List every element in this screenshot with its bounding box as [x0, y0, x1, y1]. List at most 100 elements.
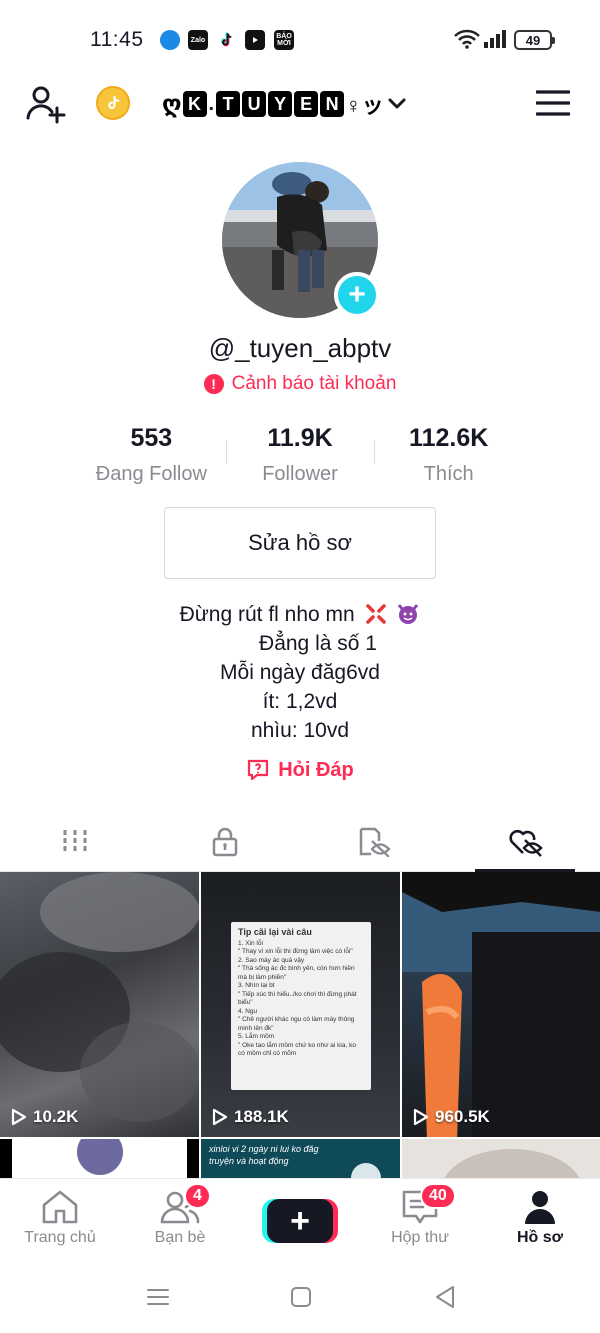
warning-icon: !: [203, 374, 224, 394]
bio-line: Đẳng là số 1: [259, 632, 377, 655]
profile-header: ღ K . T U Y E N ♀ッ: [0, 78, 600, 132]
friends-badge: 4: [184, 1183, 211, 1209]
stat-label: Đang Follow: [95, 463, 207, 485]
tiktok-coin-icon: [108, 95, 120, 109]
edit-profile-button[interactable]: Sửa hồ sơ: [164, 507, 436, 579]
private-tab[interactable]: [150, 812, 300, 871]
bio-line: nhìu: 10vd: [250, 719, 350, 742]
devil-emoji-icon: [398, 604, 419, 624]
grid-icon: [63, 829, 87, 854]
add-friend-button[interactable]: [24, 82, 68, 131]
view-count: 188.1K: [211, 1107, 289, 1127]
username-letter: U: [242, 91, 267, 117]
system-navigation-bar: [0, 1260, 600, 1333]
home-button-icon[interactable]: [290, 1286, 312, 1308]
liked-tab[interactable]: [450, 812, 600, 872]
hamburger-menu-icon: [535, 90, 571, 116]
recent-apps-icon[interactable]: [147, 1288, 169, 1306]
profile-tabs: [0, 812, 600, 872]
username-letter: K: [182, 91, 207, 117]
video-thumbnail[interactable]: [402, 1139, 600, 1178]
qa-label: Hỏi Đáp: [278, 758, 354, 781]
nav-label: Trang chủ: [24, 1229, 96, 1246]
wifi-icon: [454, 29, 480, 54]
videos-tab[interactable]: [0, 812, 150, 871]
stat-value: 553: [130, 424, 173, 452]
likes-stat[interactable]: 112.6K Thích: [374, 420, 523, 490]
bio-line: ít: 1,2vd: [262, 690, 338, 713]
inbox-badge: 40: [420, 1183, 456, 1209]
play-icon: [413, 1108, 429, 1126]
nav-profile[interactable]: Hồ sơ: [480, 1179, 600, 1260]
bio-line: Mỗi ngày đăg6vd: [220, 661, 380, 684]
following-stat[interactable]: 553 Đang Follow: [77, 420, 226, 490]
tiktok-app-icon: [216, 30, 236, 50]
nav-home[interactable]: Trang chủ: [0, 1179, 120, 1260]
hidden-icon: [359, 827, 391, 857]
anger-emoji-icon: [365, 604, 386, 624]
followers-stat[interactable]: 11.9K Follower: [225, 420, 375, 490]
messenger-app-icon: [160, 30, 180, 50]
username-letter: T: [216, 91, 241, 117]
account-warning-label: Cảnh báo tài khoản: [231, 373, 397, 394]
add-user-icon: [26, 86, 66, 124]
stat-value: 11.9K: [267, 424, 333, 452]
signal-icon: [484, 30, 508, 53]
username-letter: N: [320, 91, 345, 117]
video-thumbnail[interactable]: 10.2K: [0, 872, 199, 1137]
profile-stats: 553 Đang Follow 11.9K Follower 112.6K Th…: [77, 420, 523, 490]
play-icon: [212, 1108, 228, 1126]
video-thumbnail[interactable]: Tip cãi lại vài câu 1. Xin lỗi " Thay vì…: [201, 872, 400, 1137]
play-icon: [11, 1108, 27, 1126]
hidden-tab[interactable]: [300, 812, 450, 871]
nav-inbox[interactable]: Hộp thư 40: [360, 1179, 480, 1260]
username-letter: E: [294, 91, 319, 117]
back-icon[interactable]: [434, 1285, 456, 1309]
zalo-app-icon: Zalo: [188, 30, 208, 50]
bio-line: Đừng rút fl nho mn: [0, 600, 600, 629]
stat-label: Thích: [423, 463, 474, 485]
qa-link[interactable]: Hỏi Đáp: [0, 758, 600, 782]
status-time: 11:45: [90, 28, 144, 51]
view-count: 10.2K: [10, 1107, 78, 1127]
view-count: 960.5K: [412, 1107, 490, 1127]
profile-icon: [525, 1191, 555, 1224]
chevron-down-icon: [388, 98, 406, 109]
profile-bio: Đừng rút fl nho mn Đẳng là số 1 Mỗi ngày…: [0, 600, 600, 745]
add-avatar-button[interactable]: +: [334, 272, 380, 318]
account-warning-link[interactable]: ! Cảnh báo tài khoản: [0, 373, 600, 395]
stat-value: 112.6K: [409, 424, 489, 452]
bottom-navigation: Trang chủ Bạn bè 4 + Hộp thư 40 Hồ sơ: [0, 1178, 600, 1260]
username-prefix: ღ: [162, 90, 182, 118]
nav-label: Hồ sơ: [516, 1229, 564, 1246]
baomoi-app-icon: BÁO MỚI: [274, 30, 294, 50]
nav-create[interactable]: +: [240, 1179, 360, 1260]
battery-indicator: 49: [514, 30, 555, 50]
plus-icon: +: [290, 1202, 310, 1240]
create-button[interactable]: +: [267, 1199, 333, 1243]
username-suffix: ♀ッ: [345, 93, 384, 118]
nav-label: Hộp thư: [391, 1229, 449, 1246]
nav-label: Bạn bè: [154, 1229, 206, 1246]
home-icon: [42, 1190, 78, 1224]
liked-hidden-icon: [509, 829, 543, 857]
note-title: Tip cãi lại vài câu: [238, 927, 312, 937]
qa-icon: [248, 759, 269, 781]
stat-label: Follower: [262, 463, 338, 485]
account-switcher[interactable]: ღ K . T U Y E N ♀ッ: [162, 88, 406, 120]
status-bar: 11:45 Zalo BÁO MỚI 49: [0, 0, 600, 80]
video-thumbnail[interactable]: 960.5K: [402, 872, 600, 1137]
profile-handle: @_tuyen_abptv: [208, 333, 392, 363]
lock-icon: [212, 827, 238, 856]
video-grid: 10.2K Tip cãi lại vài câu 1. Xin lỗi " T…: [0, 872, 600, 1178]
video-caption: xinloi vi 2 ngày ni lui ko đăg truyện và…: [209, 1144, 319, 1166]
username-letter: Y: [268, 91, 293, 117]
video-thumbnail[interactable]: [0, 1139, 199, 1178]
video-text-card: Tip cãi lại vài câu 1. Xin lỗi " Thay vì…: [231, 922, 371, 1090]
coin-button[interactable]: [96, 86, 130, 120]
menu-button[interactable]: [535, 90, 571, 121]
nav-friends[interactable]: Bạn bè 4: [120, 1179, 240, 1260]
youtube-app-icon: [245, 30, 265, 50]
video-thumbnail[interactable]: xinloi vi 2 ngày ni lui ko đăg truyện và…: [201, 1139, 400, 1178]
plus-icon: +: [348, 278, 366, 311]
